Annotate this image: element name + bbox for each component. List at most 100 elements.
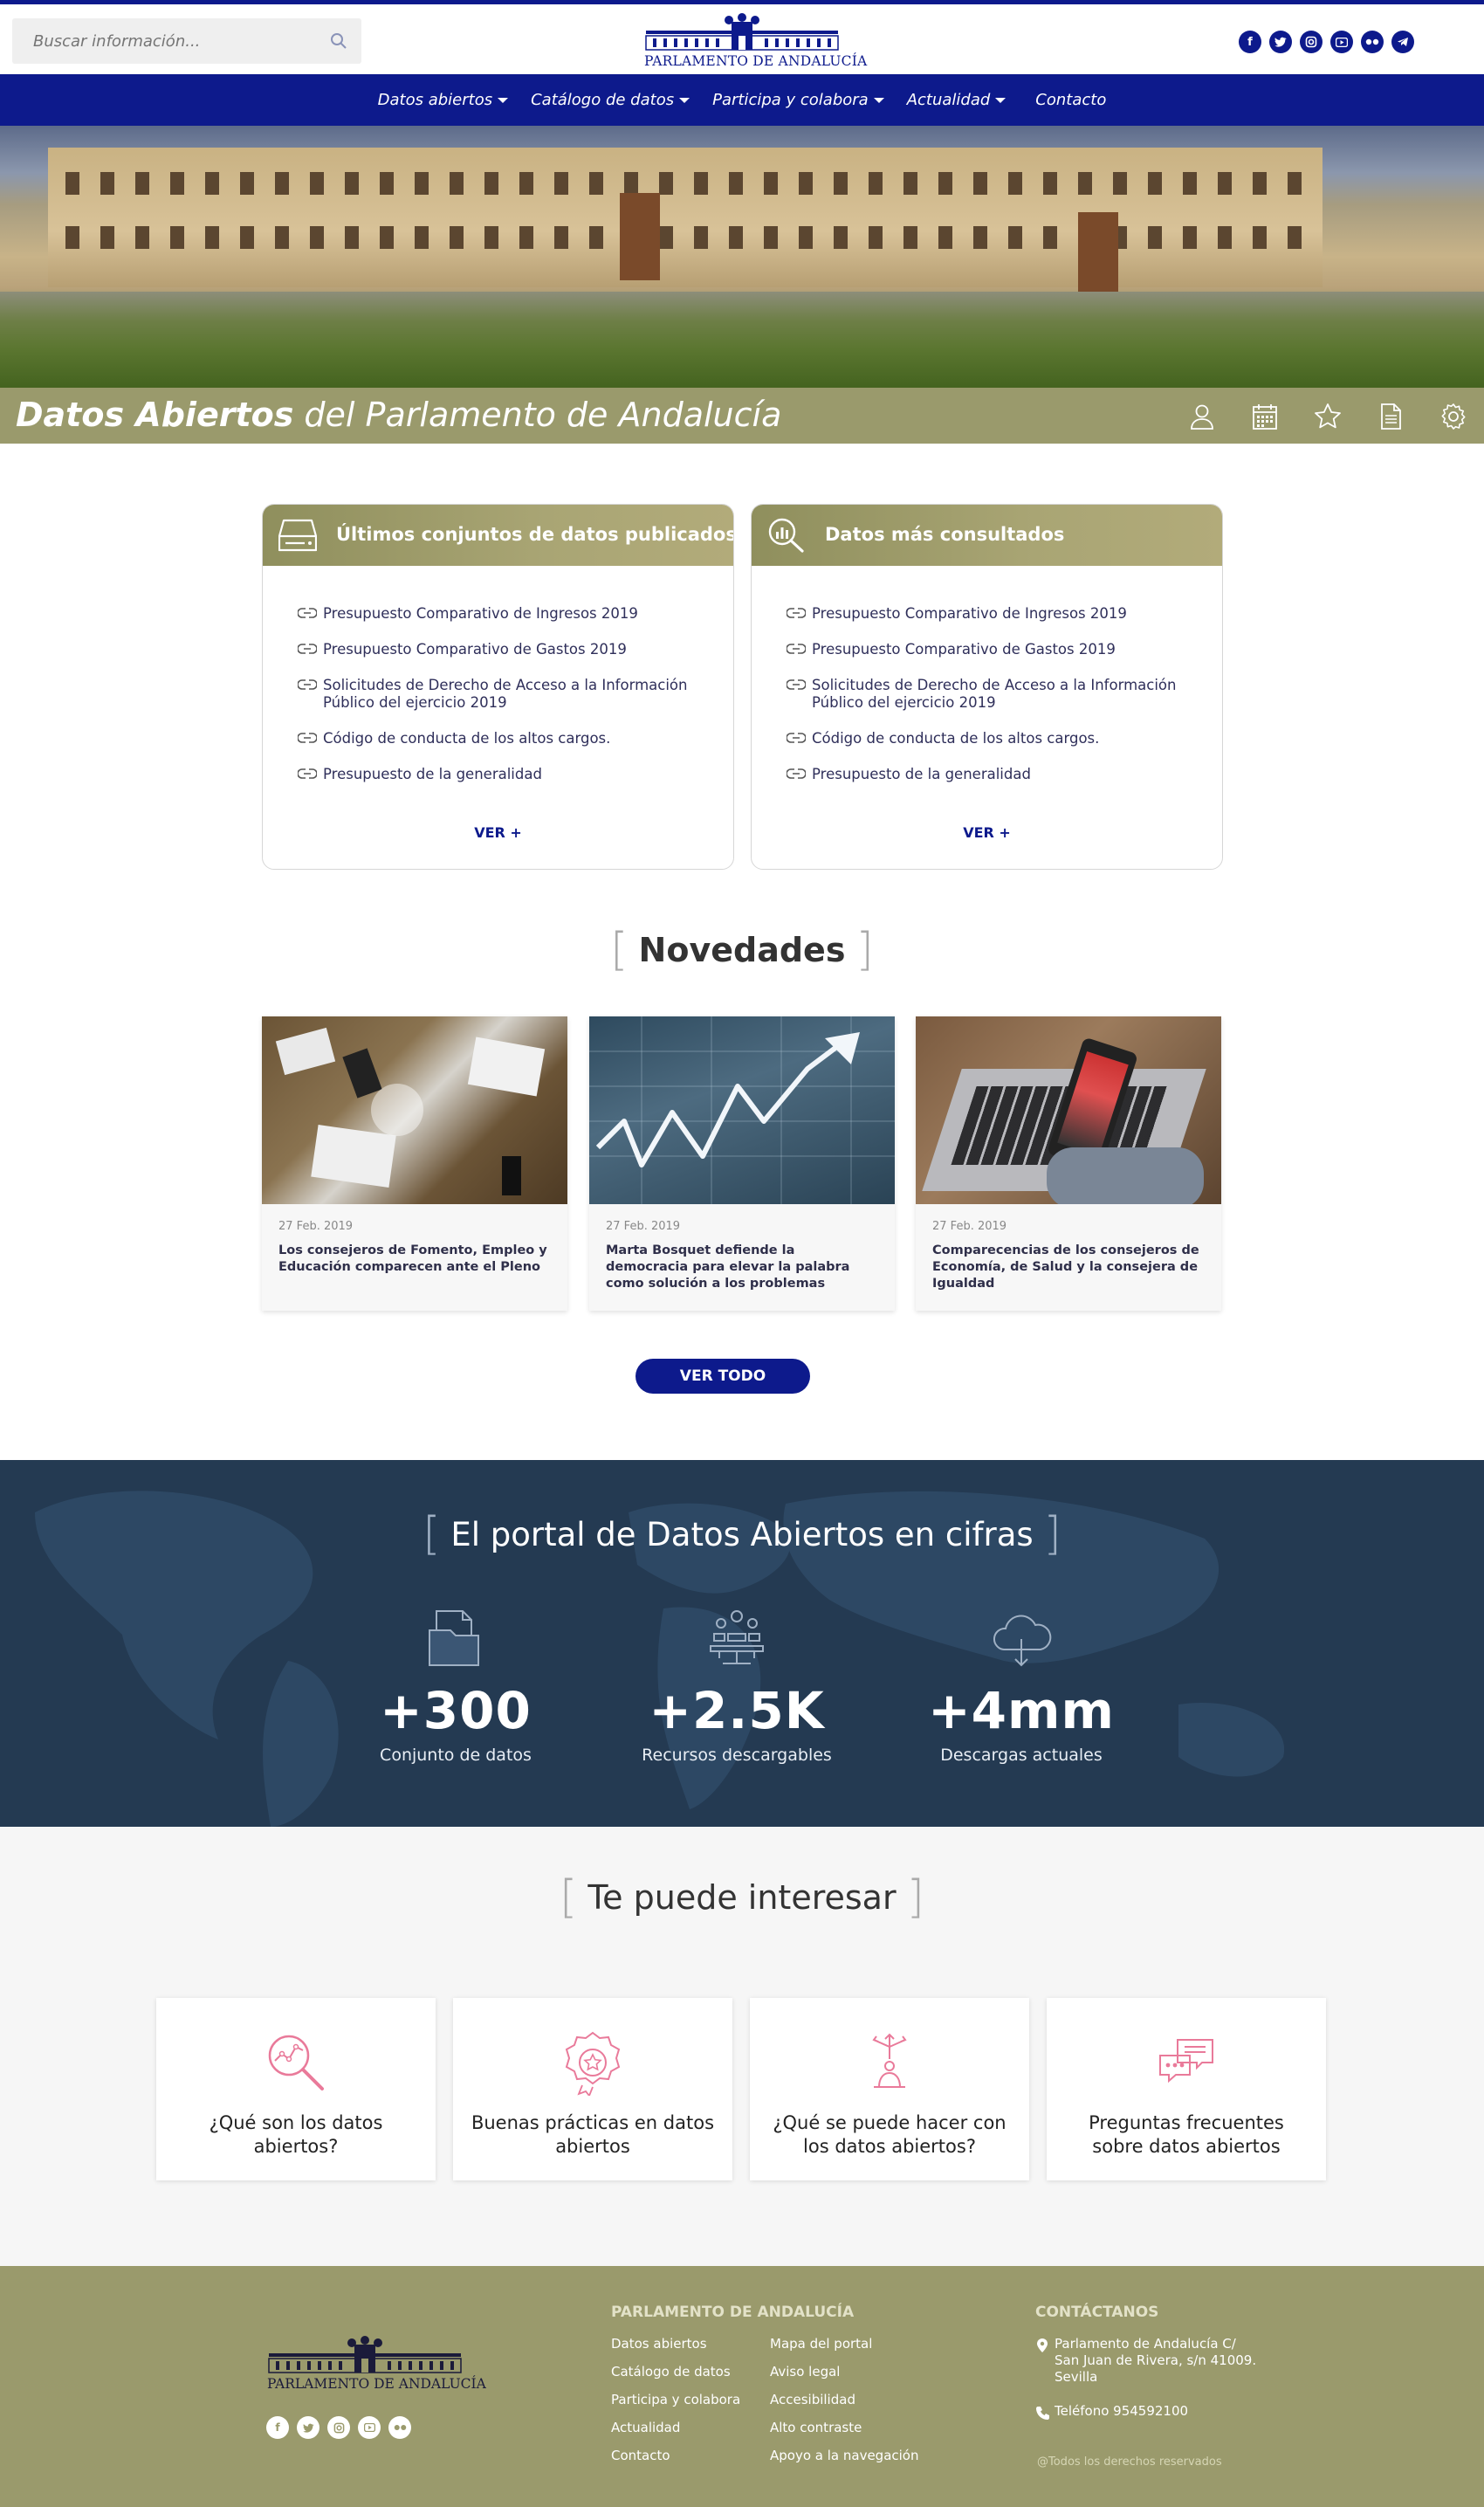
nav-item-contacto[interactable]: Contacto [1035,91,1106,109]
news-card[interactable]: 27 Feb. 2019 Marta Bosquet defiende la d… [589,1016,895,1311]
building-window [519,226,533,249]
building-window [973,226,987,249]
instagram-icon[interactable] [1300,31,1323,53]
interest-card[interactable]: ¿Qué son los datos abiertos? [156,1998,436,2180]
search-box [12,18,361,64]
caret-down-icon [995,97,1007,103]
interest-card[interactable]: Buenas prácticas en datos abiertos [453,1998,732,2180]
address-text: Parlamento de Andalucía C/ San Juan de R… [1055,2336,1257,2385]
building-window [519,172,533,195]
list-item[interactable]: Presupuesto Comparativo de Ingresos 2019 [787,605,1197,623]
calendar-icon[interactable] [1250,402,1280,431]
facebook-icon[interactable]: f [1239,31,1261,53]
youtube-icon[interactable] [1330,31,1353,53]
card-header: Últimos conjuntos de datos publicados [263,505,733,566]
building-window [938,172,952,195]
building-window [869,172,883,195]
building-window [345,172,359,195]
building-door [620,193,660,280]
parliament-logo[interactable]: PARLAMENTO DE ANDALUCÍA [644,13,867,69]
list-item[interactable]: Solicitudes de Derecho de Acceso a la In… [787,677,1197,712]
building-window [1113,172,1127,195]
settings-icon[interactable] [1439,402,1468,431]
building-window [1288,226,1302,249]
nav-item-actualidad[interactable]: Actualidad [907,91,1007,109]
building-window [659,172,673,195]
list-item[interactable]: Presupuesto Comparativo de Ingresos 2019 [298,605,708,623]
stat-resources: +2.5K Recursos descargables [623,1604,850,1765]
list-item[interactable]: Presupuesto Comparativo de Gastos 2019 [787,641,1197,658]
interest-section-title: [ Te puede interesar ] [0,1871,1484,1924]
page-title-rest: del Parlamento de Andalucía [293,396,782,434]
nav-item-catalogo[interactable]: Catálogo de datos [531,91,690,109]
building-window [1253,172,1267,195]
see-all-news-button[interactable]: VER TODO [636,1359,810,1394]
building-window [240,226,254,249]
list-item[interactable]: Código de conducta de los altos cargos. [787,730,1197,747]
footer-link[interactable]: Contacto [611,2448,740,2463]
building-window [973,172,987,195]
building-window [1183,172,1197,195]
interest-card[interactable]: ¿Qué se puede hacer con los datos abiert… [750,1998,1029,2180]
building-window [240,172,254,195]
twitter-icon[interactable] [1269,31,1292,53]
item-label: Código de conducta de los altos cargos. [323,730,611,747]
facebook-icon[interactable]: f [266,2416,289,2439]
latest-datasets-list: Presupuesto Comparativo de Ingresos 2019… [298,605,708,802]
bracket-left: [ [423,1508,441,1560]
telegram-icon[interactable] [1391,31,1414,53]
footer-link[interactable]: Mapa del portal [770,2336,919,2352]
list-item[interactable]: Presupuesto de la generalidad [787,766,1197,783]
footer-link[interactable]: Datos abiertos [611,2336,740,2352]
phone-icon [1036,2407,1049,2420]
building-window [135,226,149,249]
footer-link[interactable]: Participa y colabora [611,2392,740,2407]
twitter-icon[interactable] [297,2416,319,2439]
footer-link[interactable]: Alto contraste [770,2420,919,2435]
user-icon[interactable] [1187,402,1217,431]
item-label: Presupuesto Comparativo de Gastos 2019 [812,641,1116,658]
footer-link[interactable]: Catálogo de datos [611,2364,740,2380]
building-window [450,172,464,195]
building-window [65,226,79,249]
building-window [380,172,394,195]
document-icon[interactable] [1376,402,1405,431]
hard-drive-icon [278,519,317,552]
bracket-right: ] [906,1871,924,1924]
title-banner: Datos Abiertos del Parlamento de Andaluc… [0,388,1484,444]
popular-datasets-list: Presupuesto Comparativo de Ingresos 2019… [787,605,1197,802]
footer-link[interactable]: Actualidad [611,2420,740,2435]
news-card[interactable]: 27 Feb. 2019 Los consejeros de Fomento, … [262,1016,567,1311]
link-icon [787,644,806,654]
youtube-icon[interactable] [358,2416,381,2439]
footer-link[interactable]: Apoyo a la navegación [770,2448,919,2463]
list-item[interactable]: Código de conducta de los altos cargos. [298,730,708,747]
list-item[interactable]: Presupuesto de la generalidad [298,766,708,783]
caret-down-icon [498,97,509,103]
nav-item-participa[interactable]: Participa y colabora [712,91,884,109]
list-item[interactable]: Solicitudes de Derecho de Acceso a la In… [298,677,708,712]
star-icon[interactable] [1313,402,1343,431]
flickr-icon[interactable] [388,2416,411,2439]
search-icon[interactable] [330,32,347,50]
instagram-icon[interactable] [327,2416,350,2439]
link-icon [298,608,317,618]
bracket-right: ] [1043,1508,1061,1560]
footer-link[interactable]: Aviso legal [770,2364,919,2380]
nav-item-datos-abiertos[interactable]: Datos abiertos [378,91,509,109]
search-input[interactable] [12,18,309,64]
stat-label: Conjunto de datos [380,1746,532,1765]
flickr-icon[interactable] [1361,31,1384,53]
footer-link[interactable]: Accesibilidad [770,2392,919,2407]
list-item[interactable]: Presupuesto Comparativo de Gastos 2019 [298,641,708,658]
news-card[interactable]: 27 Feb. 2019 Comparecencias de los conse… [916,1016,1221,1311]
building-window [1008,226,1022,249]
see-more-link[interactable]: VER + [263,824,733,841]
see-more-link[interactable]: VER + [752,824,1222,841]
bracket-right: ] [855,924,874,976]
footer-logo[interactable]: PARLAMENTO DE ANDALUCÍA [267,2336,486,2392]
building-window [694,226,708,249]
stat-downloads: +4mm Descargas actuales [908,1604,1135,1765]
link-icon [787,679,806,690]
interest-card[interactable]: Preguntas frecuentes sobre datos abierto… [1047,1998,1326,2180]
